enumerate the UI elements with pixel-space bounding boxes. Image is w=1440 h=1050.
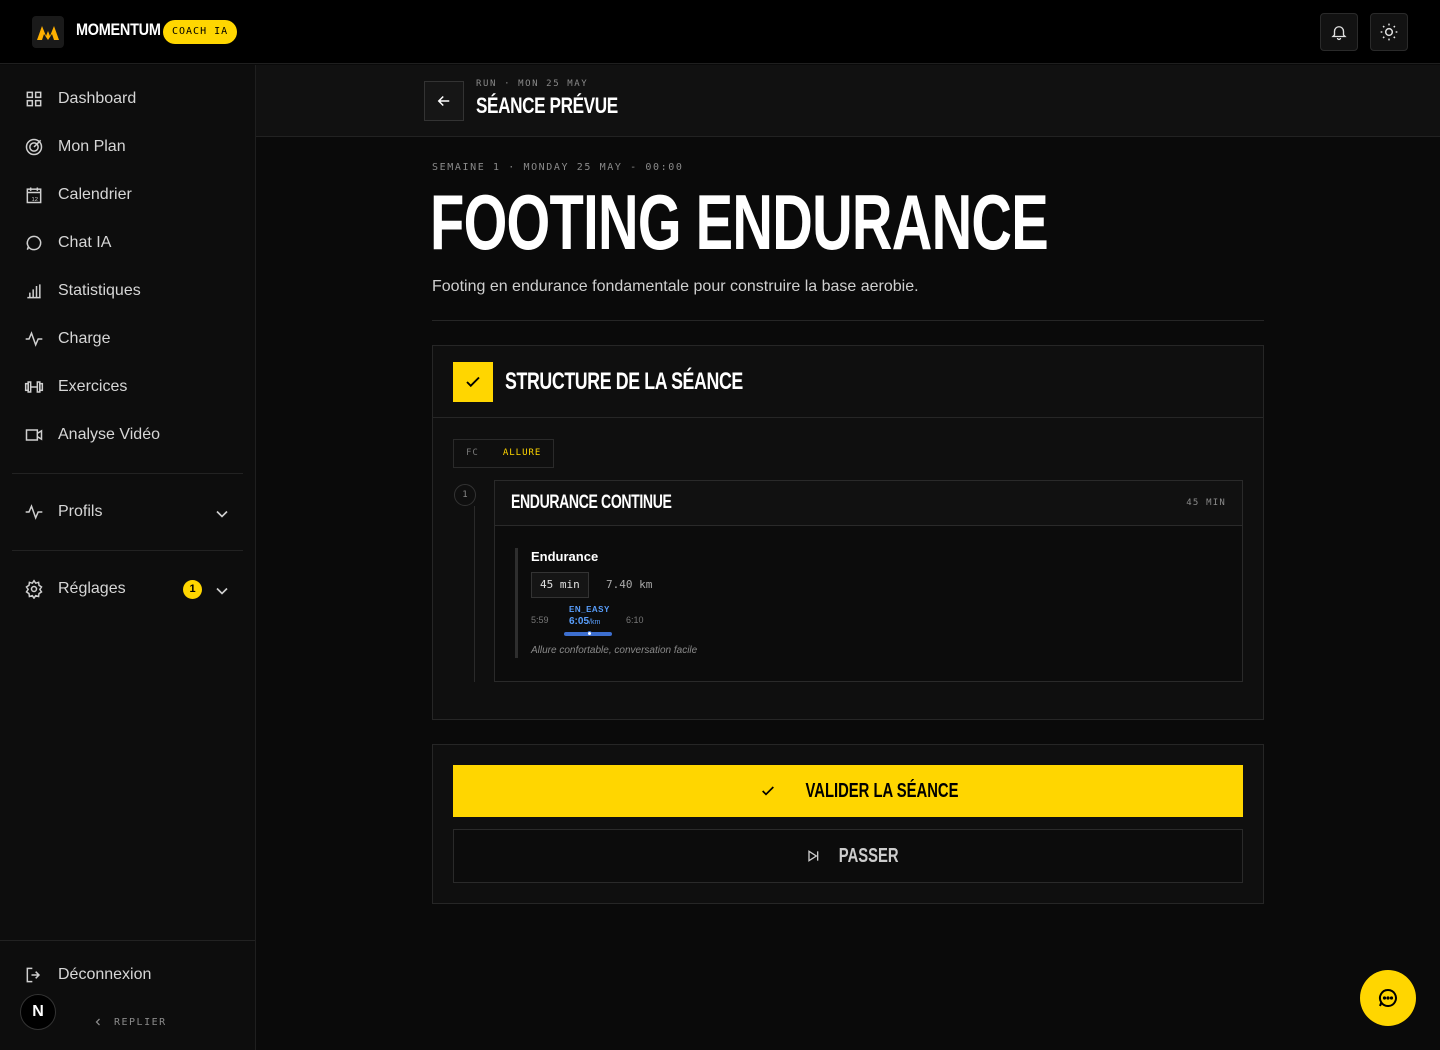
dumbbell-icon [24,381,44,393]
logout-label: Déconnexion [58,966,152,983]
check-icon [453,362,493,402]
theme-toggle-button[interactable] [1370,13,1408,51]
gear-icon [25,579,43,599]
chat-fab-button[interactable] [1360,970,1416,1026]
content-divider [432,320,1264,321]
coach-badge: COACH IA [163,20,238,44]
logout-button[interactable]: Déconnexion [12,955,244,995]
pace-max: 6:10 [626,615,644,625]
chevron-down-icon [216,587,228,595]
sidebar: Dashboard Mon Plan 12 Calendrier Chat IA… [0,65,256,1050]
back-button[interactable] [424,81,464,121]
validate-session-button[interactable]: VALIDER LA SÉANCE [453,765,1243,817]
toggle-allure[interactable]: ALLURE [491,440,554,467]
arrow-left-icon [437,95,450,107]
brand-name: MOMENTUM [76,20,161,39]
bell-icon [1331,26,1347,41]
page-title: SÉANCE PRÉVUE [476,93,618,118]
chevron-left-icon [95,1018,100,1026]
notifications-button[interactable] [1320,13,1358,51]
sidebar-item-calendrier[interactable]: 12 Calendrier [12,175,244,215]
sidebar-item-dashboard[interactable]: Dashboard [12,79,244,119]
structure-header: STRUCTURE DE LA SÉANCE [433,346,1263,418]
avatar[interactable]: N [20,994,56,1030]
sidebar-item-label: Charge [58,330,111,347]
skip-icon [808,850,819,862]
structure-panel: STRUCTURE DE LA SÉANCE FC ALLURE 1 ENDUR… [432,345,1264,720]
activity-icon [25,331,43,347]
session-meta: SEMAINE 1 · MONDAY 25 MAY - 00:00 [432,162,684,173]
sidebar-item-label: Calendrier [58,186,132,203]
pace-value: 6:05/km [569,616,600,627]
sidebar-item-label: Statistiques [58,282,141,299]
pace-unit: /km [589,619,601,626]
sidebar-divider [0,940,255,941]
sidebar-item-chat-ia[interactable]: Chat IA [12,223,244,263]
svg-text:12: 12 [32,197,38,203]
check-icon [762,786,774,796]
sidebar-divider [12,473,243,474]
sidebar-item-label: Chat IA [58,234,112,251]
validate-label: VALIDER LA SÉANCE [805,779,959,802]
grid-icon [26,91,42,107]
duration-chip: 45 min [531,572,589,598]
calendar-icon: 12 [26,187,42,204]
sidebar-item-statistiques[interactable]: Statistiques [12,271,244,311]
activity-icon [25,504,43,520]
toggle-fc[interactable]: FC [454,440,491,467]
step-number: 1 [454,484,476,506]
chat-icon [1378,988,1397,1007]
structure-title: STRUCTURE DE LA SÉANCE [505,368,743,395]
step-title: ENDURANCE CONTINUE [511,492,672,513]
sidebar-item-label: Réglages [58,580,126,597]
sidebar-item-reglages[interactable]: Réglages 1 [12,569,244,609]
sidebar-item-profils[interactable]: Profils [12,492,244,532]
collapse-label: REPLIER [114,1016,167,1028]
sidebar-item-label: Analyse Vidéo [58,426,160,443]
logo-icon[interactable] [32,16,64,48]
segment-name: Endurance [531,549,599,564]
sidebar-item-exercices[interactable]: Exercices [12,367,244,407]
sidebar-item-label: Profils [58,503,103,520]
step-block: ENDURANCE CONTINUE 45 MIN Endurance 45 m… [494,480,1243,682]
skip-label: PASSER [838,844,899,867]
skip-session-button[interactable]: PASSER [453,829,1243,883]
sidebar-item-charge[interactable]: Charge [12,319,244,359]
chevron-down-icon [216,510,228,518]
collapse-sidebar-button[interactable]: REPLIER [92,1016,167,1028]
breadcrumb: RUN · MON 25 MAY [476,79,589,89]
pace-marker [587,631,592,636]
page-header: RUN · MON 25 MAY SÉANCE PRÉVUE [256,65,1440,137]
pace-number: 6:05 [569,616,590,627]
segment-bar [515,548,518,658]
actions-panel: VALIDER LA SÉANCE PASSER [432,744,1264,904]
step-timeline [474,506,475,682]
pace-min: 5:59 [531,615,549,625]
sidebar-item-label: Exercices [58,378,128,395]
target-icon [25,138,43,156]
sidebar-item-mon-plan[interactable]: Mon Plan [12,127,244,167]
step-duration: 45 MIN [1186,498,1226,508]
bar-chart-icon [27,284,41,299]
chat-icon [26,235,42,251]
top-bar: MOMENTUM COACH IA [0,0,1440,64]
logout-icon [26,967,41,983]
step-header: ENDURANCE CONTINUE 45 MIN [495,481,1242,526]
session-title: FOOTING ENDURANCE [430,178,1049,266]
session-description: Footing en endurance fondamentale pour c… [432,278,919,295]
notification-badge: 1 [183,579,202,599]
video-icon [25,429,43,441]
sun-icon [1380,23,1398,41]
segment-hint: Allure confortable, conversation facile [531,645,698,656]
sidebar-divider [12,550,243,551]
pace-zone: EN_EASY [569,605,610,614]
metric-toggle: FC ALLURE [453,439,555,468]
sidebar-item-analyse-video[interactable]: Analyse Vidéo [12,415,244,455]
sidebar-item-label: Mon Plan [58,138,126,155]
sidebar-item-label: Dashboard [58,90,137,107]
distance-value: 7.40 km [606,578,653,591]
